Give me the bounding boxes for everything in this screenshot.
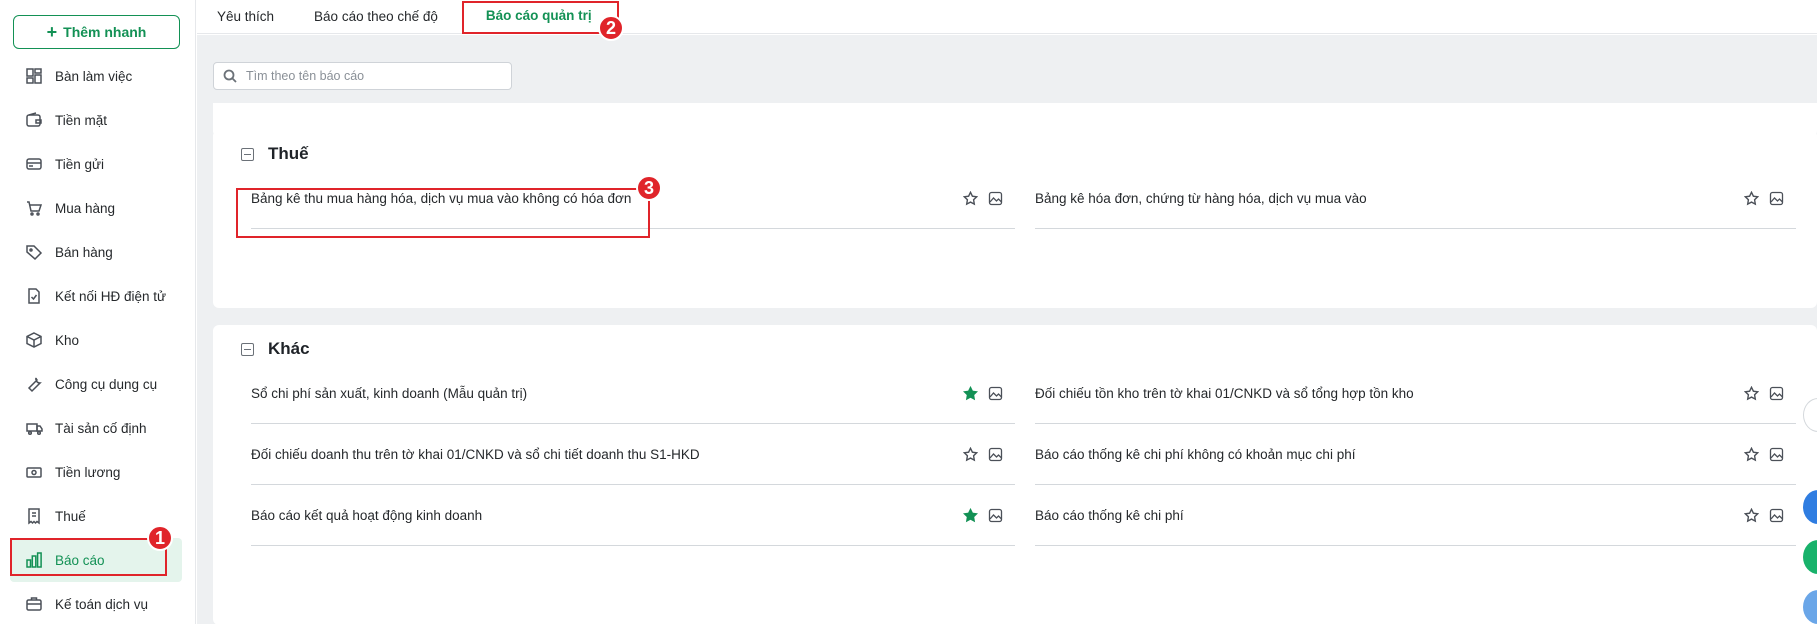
sidebar-item-label: Kế toán dịch vụ bbox=[55, 596, 149, 612]
sidebar-item-tien-mat[interactable]: Tiền mặt bbox=[10, 98, 182, 142]
star-outline-icon[interactable] bbox=[1744, 385, 1759, 401]
box-icon bbox=[26, 332, 42, 348]
wrench-icon bbox=[27, 377, 42, 393]
sidebar-item-label: Thuế bbox=[55, 508, 86, 524]
sidebar-item-kho[interactable]: Kho bbox=[10, 318, 182, 362]
briefcase-icon bbox=[26, 597, 42, 611]
image-preview-icon[interactable] bbox=[1769, 191, 1784, 206]
image-preview-icon[interactable] bbox=[1769, 508, 1784, 523]
sidebar-item-ban-lam-viec[interactable]: Bàn làm việc bbox=[10, 54, 182, 98]
section-title: Thuế bbox=[268, 144, 309, 163]
section-header: Khác bbox=[241, 339, 310, 359]
section-header: Thuế bbox=[241, 144, 309, 164]
report-content: Thuế Bảng kê thu mua hàng hóa, dịch vụ m… bbox=[197, 35, 1817, 624]
sidebar-item-ban-hang[interactable]: Bán hàng bbox=[10, 230, 182, 274]
image-preview-icon[interactable] bbox=[988, 191, 1003, 206]
star-filled-icon[interactable] bbox=[963, 507, 978, 523]
report-row: Báo cáo thống kê chi phí bbox=[1035, 485, 1796, 546]
sidebar-item-label: Tài sản cố định bbox=[55, 420, 147, 436]
star-outline-icon[interactable] bbox=[1744, 507, 1759, 523]
step-badge-2: 2 bbox=[598, 15, 624, 41]
tab-yeu-thich[interactable]: Yêu thích bbox=[197, 0, 294, 34]
sidebar-item-label: Kho bbox=[55, 332, 80, 348]
section-title: Khác bbox=[268, 339, 310, 358]
report-name[interactable]: Đối chiếu doanh thu trên tờ khai 01/CNKD… bbox=[251, 447, 700, 462]
money-icon bbox=[26, 467, 42, 478]
sidebar-item-tien-luong[interactable]: Tiền lương bbox=[10, 450, 182, 494]
image-preview-icon[interactable] bbox=[988, 386, 1003, 401]
report-row: Đối chiếu tồn kho trên tờ khai 01/CNKD v… bbox=[1035, 363, 1796, 424]
star-outline-icon[interactable] bbox=[1744, 190, 1759, 206]
image-preview-icon[interactable] bbox=[988, 508, 1003, 523]
image-preview-icon[interactable] bbox=[1769, 447, 1784, 462]
truck-icon bbox=[26, 423, 43, 436]
sidebar-item-label: Mua hàng bbox=[55, 200, 116, 216]
report-name[interactable]: Bảng kê hóa đơn, chứng từ hàng hóa, dịch… bbox=[1035, 191, 1367, 206]
star-filled-icon[interactable] bbox=[963, 385, 978, 401]
quick-add-button[interactable]: + Thêm nhanh bbox=[13, 15, 180, 49]
report-row: Báo cáo thống kê chi phí không có khoản … bbox=[1035, 424, 1796, 485]
search-input[interactable] bbox=[246, 69, 496, 83]
collapse-icon[interactable] bbox=[241, 147, 254, 161]
sidebar-item-label: Công cụ dụng cụ bbox=[55, 376, 158, 392]
section-khac: Khác Sổ chi phí sản xuất, kinh doanh (Mẫ… bbox=[213, 325, 1817, 624]
dashboard-icon bbox=[26, 68, 42, 84]
sidebar-item-cong-cu[interactable]: Công cụ dụng cụ bbox=[10, 362, 182, 406]
receipt-icon bbox=[28, 508, 40, 525]
star-outline-icon[interactable] bbox=[1744, 446, 1759, 462]
sidebar-item-tai-san[interactable]: Tài sản cố định bbox=[10, 406, 182, 450]
cart-icon bbox=[27, 201, 43, 216]
sidebar-item-label: Bàn làm việc bbox=[55, 68, 133, 84]
step-badge-3: 3 bbox=[636, 175, 662, 201]
report-name[interactable]: Báo cáo thống kê chi phí bbox=[1035, 508, 1184, 523]
plus-icon: + bbox=[46, 22, 58, 42]
tag-icon bbox=[26, 245, 43, 261]
image-preview-icon[interactable] bbox=[1769, 386, 1784, 401]
e-invoice-icon bbox=[28, 288, 40, 304]
card-icon bbox=[26, 158, 42, 170]
report-tabs: Yêu thích Báo cáo theo chế độ Báo cáo qu… bbox=[197, 0, 1817, 34]
step-badge-1: 1 bbox=[147, 525, 173, 551]
sidebar-item-ket-noi-hd[interactable]: Kết nối HĐ điện tử bbox=[10, 274, 182, 318]
report-name[interactable]: Sổ chi phí sản xuất, kinh doanh (Mẫu quả… bbox=[251, 386, 527, 401]
search-box bbox=[213, 62, 512, 90]
search-icon bbox=[223, 69, 237, 83]
highlight-box-step2 bbox=[462, 1, 619, 34]
star-outline-icon[interactable] bbox=[963, 190, 978, 206]
tab-bao-cao-theo-che-do[interactable]: Báo cáo theo chế độ bbox=[294, 0, 458, 34]
wallet-icon bbox=[26, 112, 42, 127]
sidebar-item-label: Tiền gửi bbox=[55, 156, 105, 172]
sidebar-item-tien-gui[interactable]: Tiền gửi bbox=[10, 142, 182, 186]
image-preview-icon[interactable] bbox=[988, 447, 1003, 462]
star-outline-icon[interactable] bbox=[963, 446, 978, 462]
collapse-icon[interactable] bbox=[241, 342, 254, 356]
highlight-box-step3 bbox=[236, 188, 650, 238]
sidebar-item-ke-toan-dich-vu[interactable]: Kế toán dịch vụ bbox=[10, 582, 182, 624]
sidebar-item-label: Tiền mặt bbox=[55, 112, 108, 128]
report-name[interactable]: Đối chiếu tồn kho trên tờ khai 01/CNKD v… bbox=[1035, 386, 1414, 401]
quick-add-label: Thêm nhanh bbox=[63, 24, 147, 40]
report-row: Đối chiếu doanh thu trên tờ khai 01/CNKD… bbox=[251, 424, 1015, 485]
report-row: Sổ chi phí sản xuất, kinh doanh (Mẫu quả… bbox=[251, 363, 1015, 424]
sidebar-item-label: Kết nối HĐ điện tử bbox=[55, 288, 167, 304]
sidebar-item-label: Tiền lương bbox=[55, 464, 121, 480]
report-row: Báo cáo kết quả hoạt động kinh doanh bbox=[251, 485, 1015, 546]
sidebar-item-label: Bán hàng bbox=[55, 244, 113, 260]
report-row: Bảng kê hóa đơn, chứng từ hàng hóa, dịch… bbox=[1035, 168, 1796, 229]
sidebar-item-mua-hang[interactable]: Mua hàng bbox=[10, 186, 182, 230]
highlight-box-step1 bbox=[10, 538, 167, 576]
report-name[interactable]: Báo cáo kết quả hoạt động kinh doanh bbox=[251, 508, 482, 523]
report-name[interactable]: Báo cáo thống kê chi phí không có khoản … bbox=[1035, 447, 1355, 462]
